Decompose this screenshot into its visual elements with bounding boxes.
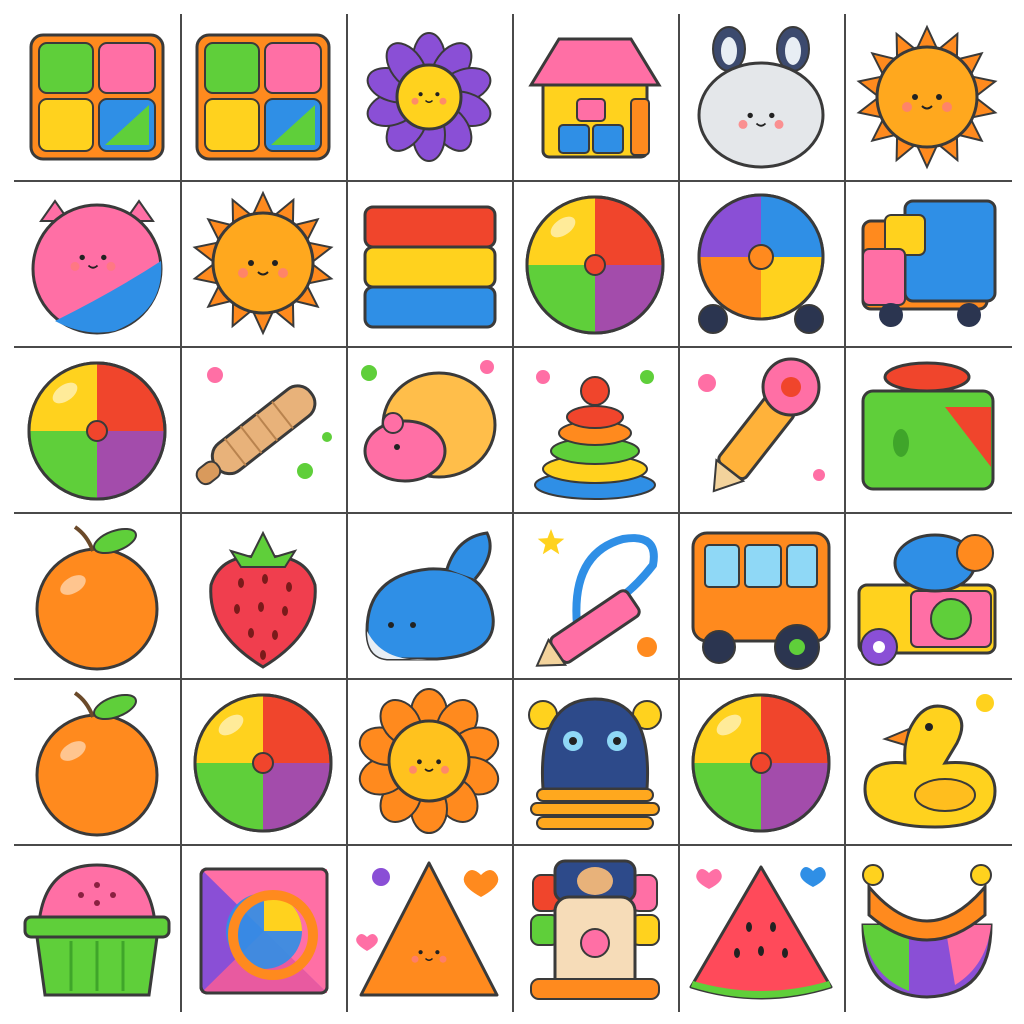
- pig-ball-icon: [31, 199, 163, 335]
- tile-r6c2[interactable]: [181, 845, 345, 1009]
- sun-face-icon: [192, 190, 334, 336]
- tile-r4c6[interactable]: [845, 513, 1009, 677]
- tile-r3c2[interactable]: [181, 347, 345, 511]
- tile-r3c4[interactable]: [513, 347, 677, 511]
- tile-r5c4[interactable]: [513, 679, 677, 843]
- shape-frame-icon: [199, 867, 329, 995]
- tile-r5c2[interactable]: [181, 679, 345, 843]
- tile-r1c4[interactable]: [513, 15, 677, 179]
- tile-r1c1[interactable]: [15, 15, 179, 179]
- tile-r3c5[interactable]: [679, 347, 843, 511]
- tile-r1c6[interactable]: [845, 15, 1009, 179]
- tile-r3c1[interactable]: [15, 347, 179, 511]
- block-puzzle-icon: [195, 33, 331, 161]
- cube-truck-icon: [861, 199, 997, 327]
- block-puzzle-icon: [29, 33, 165, 161]
- tile-r3c6[interactable]: [845, 347, 1009, 511]
- pink-mouse-icon: [361, 360, 497, 483]
- tile-r2c6[interactable]: [845, 181, 1009, 345]
- tile-r5c5[interactable]: [679, 679, 843, 843]
- crayon-loop-icon: [535, 529, 658, 667]
- tile-r5c3[interactable]: [347, 679, 511, 843]
- tile-r6c1[interactable]: [15, 845, 179, 1009]
- ring-stacker-icon: [534, 370, 656, 500]
- tile-r2c3[interactable]: [347, 181, 511, 345]
- bear-toy-icon: [530, 859, 660, 1000]
- strawberry-icon: [209, 530, 317, 669]
- toy-grid-board: [14, 14, 1012, 1012]
- bus-icon: [691, 531, 831, 670]
- shape-sorter-icon: [861, 361, 995, 491]
- beach-ball-icon: [691, 693, 831, 833]
- tile-r4c5[interactable]: [679, 513, 843, 677]
- orange-fruit-icon: [35, 525, 159, 671]
- tile-r6c4[interactable]: [513, 845, 677, 1009]
- tile-r2c5[interactable]: [679, 181, 843, 345]
- tile-r6c5[interactable]: [679, 845, 843, 1009]
- tile-r4c1[interactable]: [15, 513, 179, 677]
- tile-r1c3[interactable]: [347, 15, 511, 179]
- tile-r3c3[interactable]: [347, 347, 511, 511]
- beach-ball-icon: [193, 693, 333, 833]
- crayon-rattle-icon: [698, 357, 825, 493]
- whale-icon: [365, 531, 495, 661]
- bear-stacker-icon: [528, 697, 662, 830]
- tile-r4c3[interactable]: [347, 513, 511, 677]
- tile-r1c2[interactable]: [181, 15, 345, 179]
- bunny-face-icon: [697, 26, 825, 169]
- flower-icon: [366, 32, 492, 162]
- stacked-blocks-icon: [363, 205, 497, 329]
- tile-r2c4[interactable]: [513, 181, 677, 345]
- sand-bucket-icon: [23, 863, 171, 997]
- beach-ball-icon: [27, 361, 167, 501]
- tile-r1c5[interactable]: [679, 15, 843, 179]
- tile-r6c3[interactable]: [347, 845, 511, 1009]
- tile-r4c2[interactable]: [181, 513, 345, 677]
- watermelon-slice-icon: [689, 865, 833, 1000]
- tile-r6c6[interactable]: [845, 845, 1009, 1009]
- sun-face-icon: [856, 24, 998, 170]
- rocking-toy-icon: [861, 864, 993, 999]
- toy-house-icon: [528, 37, 662, 159]
- tile-r5c1[interactable]: [15, 679, 179, 843]
- sun-flower-face-icon: [358, 688, 500, 834]
- ball-car-icon: [697, 193, 825, 334]
- tile-r2c2[interactable]: [181, 181, 345, 345]
- toy-truck-icon: [857, 533, 997, 666]
- tile-r4c4[interactable]: [513, 513, 677, 677]
- tile-r5c6[interactable]: [845, 679, 1009, 843]
- rolling-pin-icon: [195, 367, 332, 486]
- rubber-duck-icon: [863, 694, 997, 829]
- tile-r2c1[interactable]: [15, 181, 179, 345]
- orange-fruit-icon: [35, 691, 159, 837]
- beach-ball-icon: [525, 195, 665, 335]
- cone-face-icon: [356, 861, 499, 997]
